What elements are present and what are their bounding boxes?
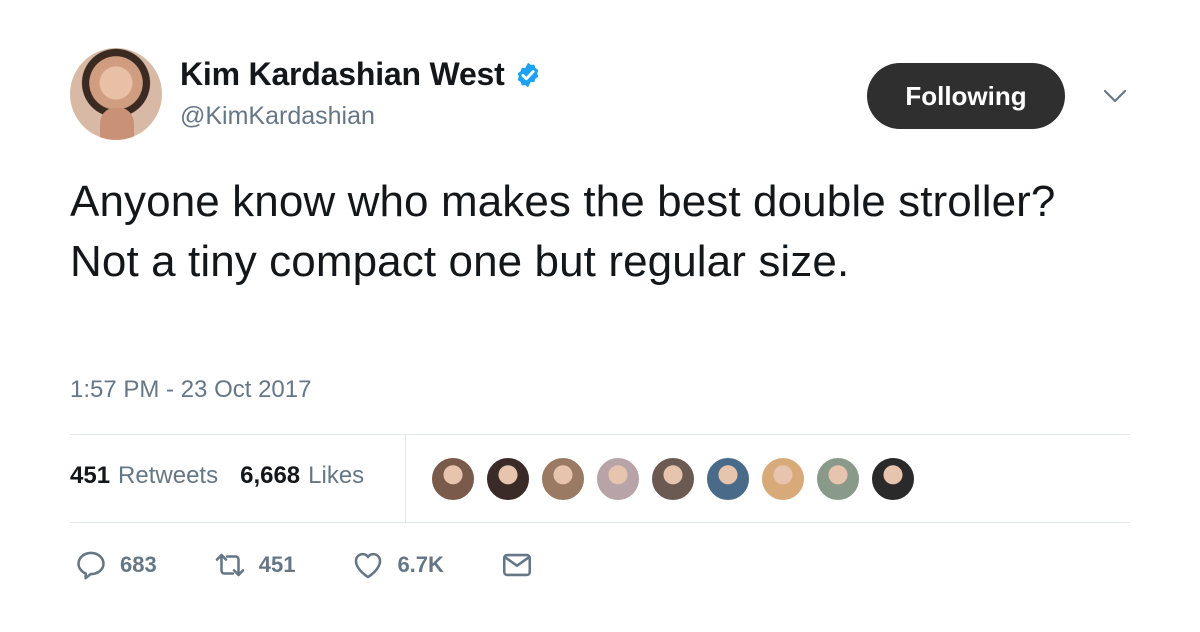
heart-icon[interactable] [351, 548, 385, 582]
retweet-action[interactable]: 451 [213, 548, 296, 582]
reply-count: 683 [120, 552, 157, 577]
liker-avatar[interactable] [870, 456, 916, 502]
likes-stat[interactable]: 6,668 Likes [240, 462, 364, 490]
retweet-icon[interactable] [213, 548, 247, 582]
liker-avatar[interactable] [650, 456, 696, 502]
retweets-stat[interactable]: 451 Retweets [70, 462, 218, 490]
like-action[interactable]: 6.7K [351, 548, 444, 582]
liker-avatar[interactable] [705, 456, 751, 502]
author-handle[interactable]: @KimKardashian [180, 102, 375, 131]
chevron-down-icon[interactable] [1100, 84, 1130, 108]
author-display-name[interactable]: Kim Kardashian West [180, 56, 505, 93]
retweets-stat-count: 451 [70, 462, 111, 489]
verified-badge-icon [517, 62, 538, 87]
tweet-text: Anyone know who makes the best double st… [70, 177, 1056, 286]
tweet-card: Kim Kardashian West @KimKardashian Follo… [0, 0, 1200, 632]
likes-stat-count: 6,668 [240, 462, 301, 489]
retweet-count: 451 [258, 552, 296, 577]
retweets-stat-label: Retweets [118, 462, 219, 489]
liker-avatar[interactable] [485, 456, 531, 502]
author-avatar[interactable] [70, 48, 162, 140]
tweet-stats: 451 Retweets 6,668 Likes [70, 462, 364, 490]
liker-avatar[interactable] [430, 456, 476, 502]
message-action[interactable] [500, 548, 534, 582]
liker-avatar[interactable] [540, 456, 586, 502]
likes-stat-label: Likes [308, 462, 365, 489]
liker-avatars [430, 456, 925, 502]
reply-action[interactable]: 683 [74, 548, 157, 582]
divider-bottom [70, 522, 1130, 523]
following-button[interactable]: Following [867, 63, 1065, 129]
stats-divider [405, 435, 406, 522]
liker-avatar[interactable] [595, 456, 641, 502]
liker-avatar[interactable] [760, 456, 806, 502]
like-count: 6.7K [397, 552, 444, 577]
reply-icon[interactable] [74, 548, 108, 582]
divider-top [70, 434, 1130, 435]
tweet-actions: 683 451 6.7K [74, 548, 590, 582]
author-name-row: Kim Kardashian West [180, 56, 542, 93]
tweet-timestamp[interactable]: 1:57 PM - 23 Oct 2017 [70, 376, 311, 404]
envelope-icon[interactable] [500, 548, 534, 582]
liker-avatar[interactable] [815, 456, 861, 502]
